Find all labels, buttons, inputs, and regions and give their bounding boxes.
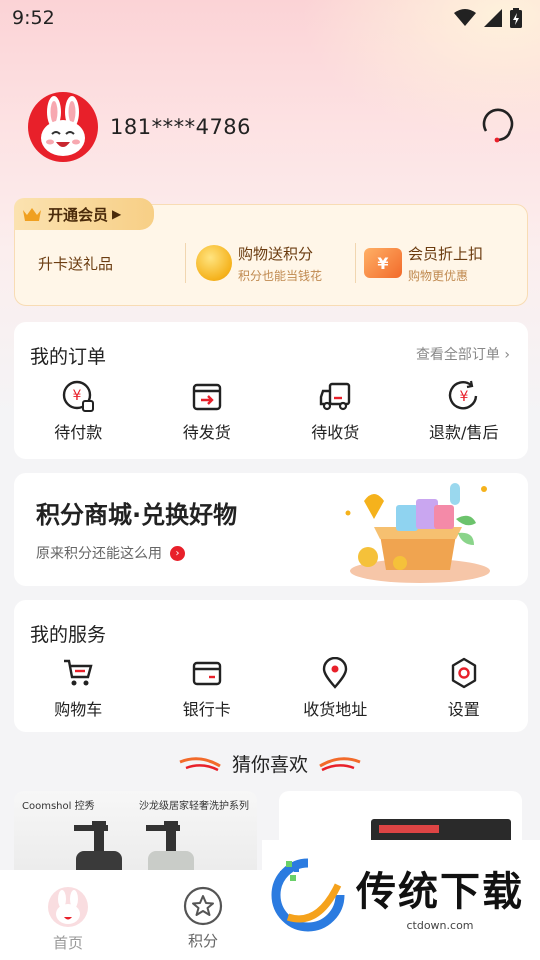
wifi-icon xyxy=(454,9,476,26)
watermark-logo xyxy=(271,858,345,932)
order-status-label: 待付款 xyxy=(54,423,103,442)
points-mall-subtitle: 原来积分还能这么用 › xyxy=(36,543,185,563)
vip-benefit-points[interactable]: 购物送积分 积分也能当钱花 xyxy=(186,243,356,283)
points-mall-banner[interactable]: 积分商城·兑换好物 原来积分还能这么用 › xyxy=(14,473,528,586)
vip-benefit-desc: 积分也能当钱花 xyxy=(238,268,323,283)
status-icons xyxy=(454,8,522,28)
rabbit-avatar-icon xyxy=(41,96,85,156)
status-time: 9:52 xyxy=(12,7,55,29)
service-settings[interactable]: 设置 xyxy=(400,656,529,720)
orders-card: 我的订单 查看全部订单 › ¥ 待付款 待发货 待收货 ¥ 退款/售后 xyxy=(14,322,528,459)
vip-benefit-desc: 购物更优惠 xyxy=(408,268,469,283)
home-rabbit-icon xyxy=(48,887,88,927)
service-label: 设置 xyxy=(447,700,480,719)
tab-home[interactable]: 首页 xyxy=(23,886,113,953)
order-refund[interactable]: ¥ 退款/售后 xyxy=(400,379,529,443)
guess-you-like-header: 猜你喜欢 xyxy=(0,750,540,777)
services-title: 我的服务 xyxy=(30,624,107,646)
swoosh-right-icon xyxy=(319,756,361,771)
service-label: 收货地址 xyxy=(303,700,368,719)
vip-benefits: 升卡送礼品 购物送积分 积分也能当钱花 ¥ 会员折上扣 购物更优惠 xyxy=(14,232,528,294)
customer-service-icon[interactable] xyxy=(478,107,518,147)
chevron-right-icon: › xyxy=(504,347,510,363)
bank-card-icon xyxy=(192,661,221,686)
status-bar: 9:52 xyxy=(0,0,540,36)
service-address[interactable]: 收货地址 xyxy=(271,656,400,720)
chevron-right-icon: › xyxy=(170,545,185,561)
signal-icon xyxy=(484,9,502,27)
order-status-label: 退款/售后 xyxy=(429,423,499,442)
refund-icon: ¥ xyxy=(448,380,477,410)
tab-points[interactable]: 积分 xyxy=(158,886,248,951)
vip-benefit-gift[interactable]: 升卡送礼品 xyxy=(14,243,186,283)
coupon-icon: ¥ xyxy=(364,248,402,278)
crown-icon xyxy=(23,208,41,221)
orders-title: 我的订单 xyxy=(30,346,107,368)
avatar[interactable] xyxy=(28,92,98,162)
to-ship-icon xyxy=(192,383,221,411)
svg-text:¥: ¥ xyxy=(459,389,468,405)
tab-label: 积分 xyxy=(187,932,218,950)
view-all-orders-link[interactable]: 查看全部订单 › xyxy=(416,344,510,364)
swoosh-left-icon xyxy=(179,756,221,771)
vip-benefit-discount[interactable]: ¥ 会员折上扣 购物更优惠 xyxy=(356,232,483,294)
star-circle-icon xyxy=(183,886,223,926)
service-bank-card[interactable]: 银行卡 xyxy=(143,656,272,720)
tab-label: 首页 xyxy=(52,934,83,952)
profile-row: 181****4786 xyxy=(28,92,518,162)
guess-you-like-title: 猜你喜欢 xyxy=(231,754,308,776)
watermark: 传统下载 ctdown.com xyxy=(262,840,540,950)
points-mall-title: 积分商城·兑换好物 xyxy=(36,501,238,529)
service-label: 购物车 xyxy=(54,700,103,719)
vip-benefit-label: 会员折上扣 xyxy=(408,244,484,263)
order-pending-payment[interactable]: ¥ 待付款 xyxy=(14,379,143,443)
vip-benefit-label: 升卡送礼品 xyxy=(38,254,114,273)
vip-benefit-label: 购物送积分 xyxy=(238,244,314,263)
order-to-receive[interactable]: 待收货 xyxy=(271,379,400,443)
service-cart[interactable]: 购物车 xyxy=(14,656,143,720)
play-arrow-icon: ▶ xyxy=(112,207,122,221)
gift-box-illustration xyxy=(345,483,490,583)
cart-icon xyxy=(64,659,93,686)
service-label: 银行卡 xyxy=(182,700,231,719)
user-phone[interactable]: 181****4786 xyxy=(110,115,251,139)
points-mall-subtitle-text: 原来积分还能这么用 xyxy=(36,546,162,562)
truck-icon xyxy=(320,382,351,411)
services-card: 我的服务 购物车 银行卡 收货地址 设置 xyxy=(14,600,528,732)
battery-icon xyxy=(510,8,522,28)
payment-pending-icon: ¥ xyxy=(63,380,95,412)
view-all-orders-label: 查看全部订单 xyxy=(415,347,500,363)
order-status-label: 待发货 xyxy=(182,423,231,442)
watermark-url: ctdown.com xyxy=(406,918,474,932)
order-status-label: 待收货 xyxy=(311,423,360,442)
gear-icon xyxy=(451,657,476,689)
svg-text:¥: ¥ xyxy=(73,388,82,404)
gold-coin-icon xyxy=(196,245,232,281)
watermark-title: 传统下载 xyxy=(356,868,524,915)
open-vip-button[interactable]: 开通会员 ▶ xyxy=(14,198,154,230)
open-vip-label: 开通会员 xyxy=(48,205,109,224)
order-to-ship[interactable]: 待发货 xyxy=(143,379,272,443)
location-icon xyxy=(323,657,348,689)
